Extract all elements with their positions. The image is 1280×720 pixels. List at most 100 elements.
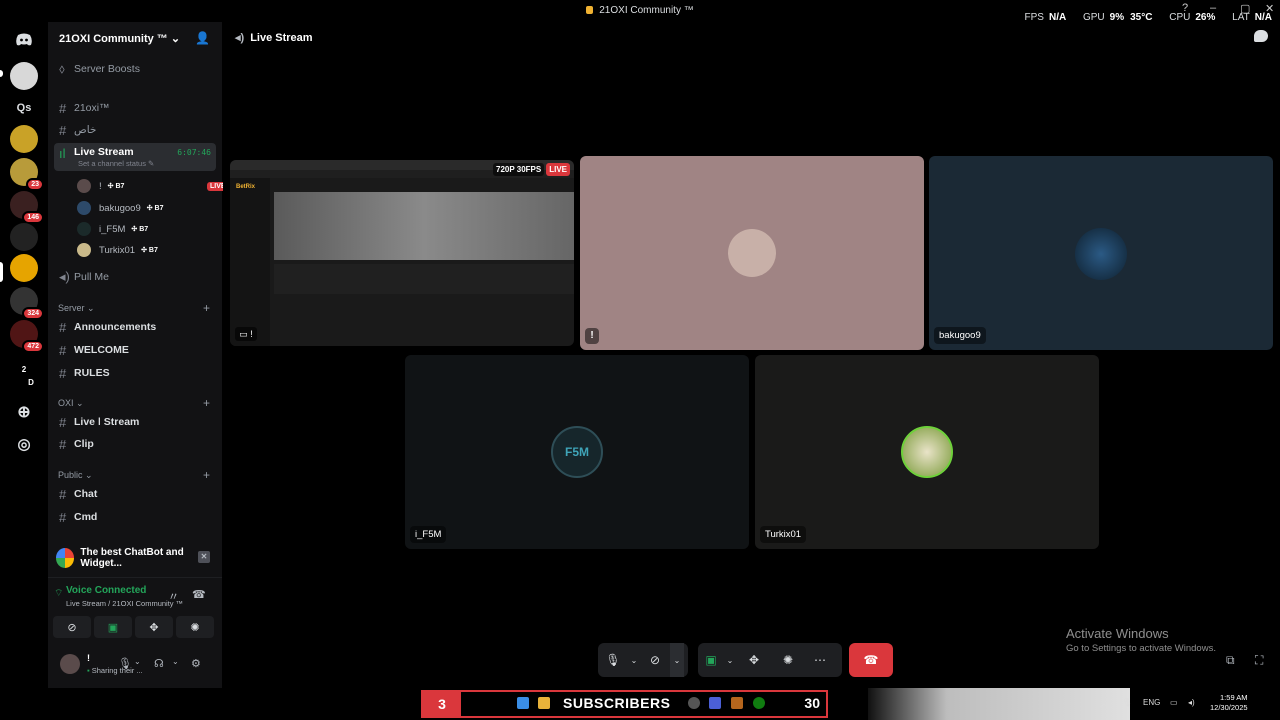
server-qs[interactable]: Qs [10,94,38,122]
more-options-button[interactable]: ⋯ [804,643,836,677]
participant-name: Turkix01 [760,526,807,543]
guild-header[interactable]: 21OXI Community ™ ⌄ 👤 [48,22,222,54]
server-avatar-2[interactable] [10,125,38,153]
server-avatar-3[interactable]: 23 [10,158,44,191]
category-server[interactable]: Server ⌄ [58,303,95,314]
server-avatar-7[interactable]: 472 [10,320,44,353]
screen-options-button[interactable]: ⌄ [724,643,736,677]
server-avatar-4[interactable]: 146 [10,191,44,224]
category-oxi[interactable]: OXI ⌄ [58,398,84,409]
site-logo: BetRix [236,184,256,190]
unread-pill [0,70,3,77]
activities-button[interactable]: ✥ [736,643,772,677]
microphone-button[interactable]: 🎙 [598,643,628,677]
activities-button[interactable]: ✥ [135,616,173,638]
hash-icon: # [59,342,67,358]
voice-user[interactable]: i_F5M ✣ B7 [77,220,148,238]
channel-status[interactable]: Set a channel status ✎ [78,159,154,168]
channel-chat[interactable]: # Chat [54,484,216,504]
user-avatar[interactable] [60,654,80,674]
audio-options-icon[interactable]: ⌄ [172,657,179,666]
channel-label: Cmd [74,511,98,523]
participant-tile[interactable]: bakugoo9 [929,156,1273,350]
soundboard-button[interactable]: ✺ [176,616,214,638]
server-avatar-6[interactable]: 324 [10,287,44,320]
channel-private[interactable]: # خاص [54,120,216,140]
camera-options-button[interactable]: ⌄ [670,643,684,677]
disconnect-icon[interactable]: ☎ [192,588,206,601]
app-icon[interactable] [731,697,743,709]
noise-suppression-icon[interactable]: 〃 [168,588,179,604]
volume-icon[interactable]: ◂) [1188,698,1195,707]
channel-announcements[interactable]: # Announcements [54,317,216,337]
server-avatar-1[interactable] [10,62,38,90]
discord-home-icon[interactable] [10,26,38,54]
participant-tile[interactable]: F5M i_F5M [405,355,749,549]
channel-21oxi[interactable]: #21oxi™ [54,98,216,118]
channel-live-stream-text[interactable]: # Live ǀ Stream [54,412,216,432]
participant-tile[interactable]: ! [580,156,924,350]
user-name[interactable]: ! [87,653,90,663]
channel-welcome[interactable]: # WELCOME [54,340,216,360]
mic-options-button[interactable]: ⌄ [628,643,640,677]
hash-icon: # [59,319,67,335]
file-explorer-icon[interactable] [538,697,550,709]
voice-location[interactable]: Live Stream / 21OXI Community ™ [66,599,183,608]
voice-user[interactable]: Turkix01 ✣ B7 [77,241,158,259]
taskbar-clock[interactable]: 1:59 AM 12/30/2025 [1210,693,1248,713]
headphones-icon[interactable]: ☊ [154,657,164,670]
soundboard-button[interactable]: ✺ [772,643,804,677]
screen-share-tile[interactable]: BetRix 720P 30FPS LIVE ▭ ! [230,160,574,346]
minimize-icon[interactable]: – [1210,2,1216,14]
camera-off-button[interactable]: ⊘ [53,616,91,638]
microphone-tray-icon[interactable]: 🎙 [1122,698,1132,707]
channel-cmd[interactable]: # Cmd [54,507,216,527]
voice-channel-pull-me[interactable]: ◂) Pull Me [54,267,216,287]
hash-icon: # [59,365,67,381]
help-icon[interactable]: ? [1182,2,1188,14]
screen-share-button[interactable]: ▣ [698,643,724,677]
server-avatar-current[interactable] [10,254,38,282]
camera-button[interactable]: ⊘ [640,643,670,677]
category-label: OXI [58,398,74,408]
create-channel-icon[interactable]: + [203,468,210,482]
category-public[interactable]: Public ⌄ [58,470,93,481]
add-server-icon[interactable]: ⊕ [10,398,38,426]
dismiss-icon[interactable]: ✕ [198,551,210,563]
close-icon[interactable]: ✕ [1265,2,1274,15]
discord-logo-icon [16,33,32,46]
language-indicator[interactable]: ENG [1143,698,1160,707]
site-table [274,264,574,294]
promo-banner[interactable]: The best ChatBot and Widget... ✕ [54,543,216,573]
clock-date: 12/30/2025 [1210,703,1248,712]
participant-tile[interactable]: Turkix01 [755,355,1099,549]
obs-icon[interactable] [688,697,700,709]
start-icon[interactable] [517,697,529,709]
tray-overflow-icon[interactable]: ︿ [1100,698,1108,709]
discover-icon[interactable]: ◎ [10,430,38,458]
screen-share-button[interactable]: ▣ [94,616,132,638]
voice-channel-live-stream[interactable]: ıl Live Stream 6:07:46 Set a channel sta… [54,143,216,171]
invite-icon[interactable]: 👤 [195,31,210,45]
disconnect-button[interactable]: ☎ [849,643,893,677]
server-avatar-5[interactable] [10,223,38,251]
app-icon[interactable] [709,697,721,709]
mic-options-icon[interactable]: ⌄ [134,657,141,666]
microphone-icon[interactable]: 🎙 [118,657,132,670]
create-channel-icon[interactable]: + [203,301,210,315]
voice-user[interactable]: ! ✣ B7 LIVE [77,177,229,195]
server-boosts[interactable]: ⬨ Server Boosts [54,59,216,79]
server-folder[interactable]: 2D [10,362,38,390]
popout-icon[interactable]: ⧉ [1226,653,1235,668]
chat-bubble-icon[interactable] [1254,30,1268,42]
voice-user[interactable]: bakugoo9 ✣ B7 [77,199,164,217]
create-channel-icon[interactable]: + [203,396,210,410]
network-icon[interactable]: ▭ [1170,698,1178,707]
settings-gear-icon[interactable]: ⚙ [191,657,201,670]
fullscreen-icon[interactable]: ⛶ [1255,653,1263,668]
xbox-icon[interactable] [753,697,765,709]
channel-rules[interactable]: # RULES [54,363,216,383]
maximize-icon[interactable]: ▢ [1240,2,1250,15]
channel-clip[interactable]: # Clip [54,434,216,454]
voice-status[interactable]: Voice Connected [66,585,146,596]
